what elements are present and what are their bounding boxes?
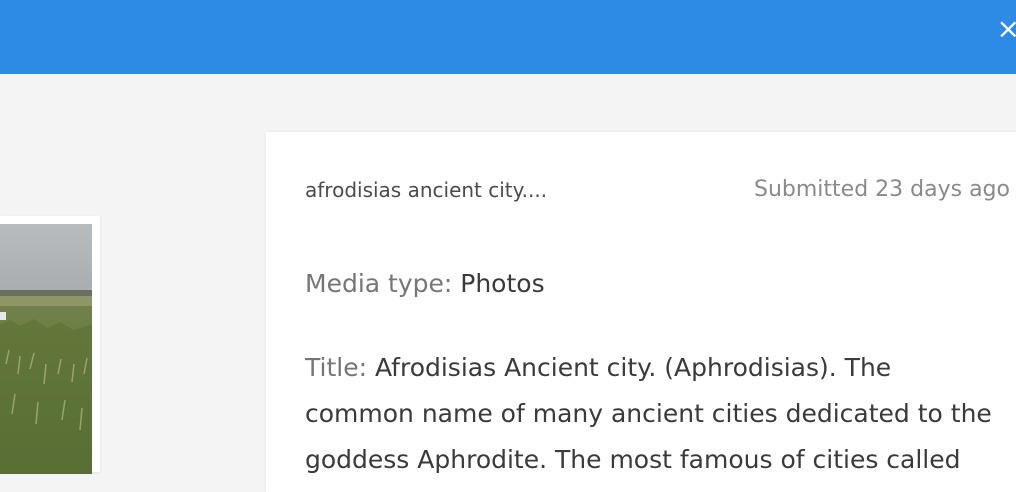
title-label: Title: [305, 353, 367, 382]
close-icon[interactable]: × [997, 14, 1016, 44]
submission-name: afrodisias ancient city.... [305, 178, 548, 202]
photo-thumbnail[interactable] [0, 224, 92, 474]
media-type-value: Photos [460, 269, 545, 298]
landscape-photo-icon [0, 224, 92, 474]
top-bar: × [0, 0, 1016, 74]
media-type-label: Media type: [305, 269, 453, 298]
photo-thumbnail-frame[interactable] [0, 216, 100, 474]
title-value: Afrodisias Ancient city. (Aphrodisias). … [305, 353, 992, 474]
submission-details-card: afrodisias ancient city.... Submitted 23… [266, 132, 1016, 492]
submitted-date: Submitted 23 days ago [754, 177, 1010, 202]
media-type-row: Media type: Photos [305, 269, 545, 298]
title-row: Title: Afrodisias Ancient city. (Aphrodi… [305, 345, 1005, 483]
